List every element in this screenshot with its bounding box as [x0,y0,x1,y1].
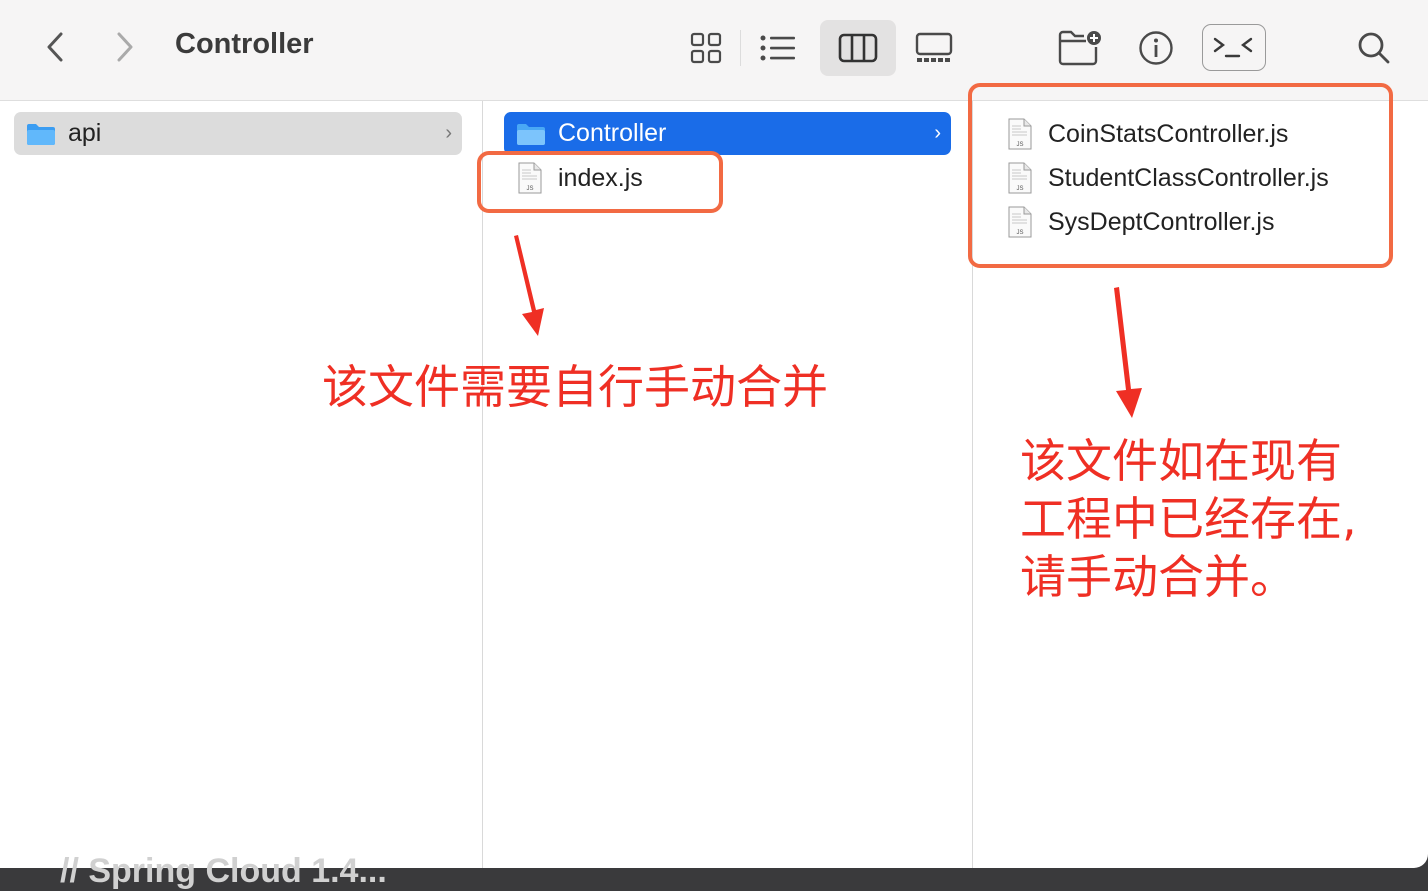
search-button[interactable] [1352,26,1396,70]
grid-view-icon [690,32,722,64]
terminal-icon [1213,37,1253,57]
annotation-box-index [477,151,723,213]
column-divider[interactable] [482,101,483,868]
background-editor-text: // Spring Cloud 1.4... [60,852,387,890]
chevron-left-icon [47,32,63,62]
chevron-right-icon [117,32,133,62]
back-button[interactable] [38,28,72,66]
finder-window: Controller api › Controller › JS index.j… [0,0,1428,868]
search-icon [1358,32,1390,64]
folder-row-controller[interactable]: Controller › [504,112,951,155]
column-view-button[interactable] [820,20,896,76]
annotation-note-1: 该文件需要自行手动合并 [322,360,828,414]
info-icon [1139,31,1173,65]
gallery-view-icon [915,32,953,62]
window-title: Controller [175,28,314,60]
list-view-button[interactable] [756,26,800,70]
terminal-button[interactable] [1202,24,1266,71]
annotation-arrow [1114,287,1142,418]
folder-icon [517,123,545,145]
folder-label: api [68,119,102,147]
annotation-arrow [514,235,544,336]
new-folder-button[interactable] [1054,24,1104,70]
folder-label: Controller [558,119,667,147]
new-folder-icon [1058,30,1101,66]
list-view-icon [760,35,795,61]
chevron-right-icon: › [445,122,452,144]
icon-view-button[interactable] [684,26,728,70]
gallery-view-button[interactable] [910,26,958,70]
chevron-right-icon: › [934,122,941,144]
folder-icon [27,123,55,145]
annotation-note-2: 该文件如在现有 工程中已经存在, 请手动合并。 [1020,434,1357,604]
folder-row-api[interactable]: api › [14,112,462,155]
column-view-icon [838,33,878,63]
toolbar-divider [740,30,741,66]
info-button[interactable] [1134,26,1178,70]
annotation-box-controllers [968,83,1393,268]
forward-button[interactable] [108,28,142,66]
